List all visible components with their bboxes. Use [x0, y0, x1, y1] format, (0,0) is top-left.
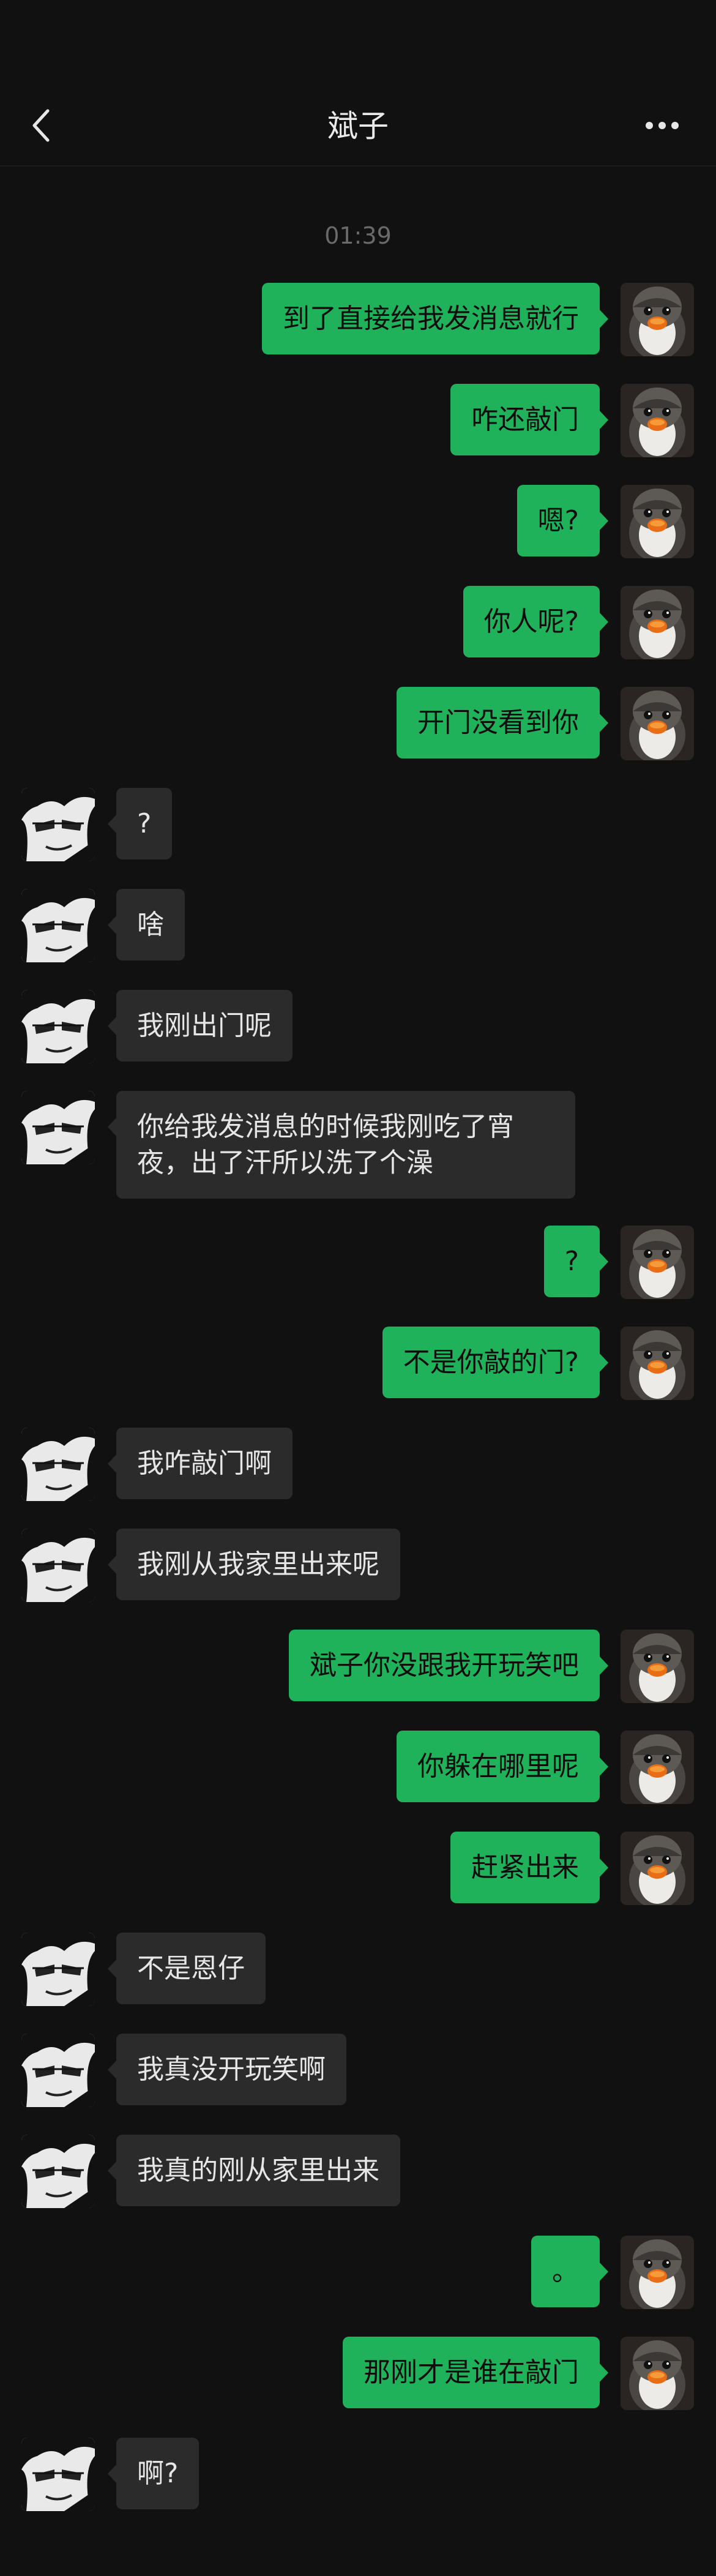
avatar[interactable] — [21, 788, 95, 861]
avatar[interactable] — [621, 283, 694, 356]
message-bubble[interactable]: 我刚出门呢 — [116, 990, 293, 1061]
avatar[interactable] — [621, 1226, 694, 1299]
avatar[interactable] — [621, 1327, 694, 1400]
avatar[interactable] — [21, 889, 95, 962]
bubble-tail — [599, 1352, 608, 1373]
message-bubble[interactable]: 咋还敲门 — [450, 384, 600, 455]
avatar[interactable] — [21, 990, 95, 1063]
message-bubble[interactable]: 那刚才是谁在敲门 — [343, 2337, 600, 2408]
avatar[interactable] — [621, 1731, 694, 1804]
message-bubble[interactable]: 不是你敲的门? — [382, 1327, 600, 1398]
message-bubble[interactable]: 不是恩仔 — [116, 1933, 266, 2004]
penguin-avatar-icon — [621, 2337, 694, 2410]
navigation-bar: 斌子 — [0, 0, 716, 167]
message-bubble[interactable]: 你给我发消息的时候我刚吃了宵夜，出了汗所以洗了个澡 — [116, 1091, 575, 1199]
anime-avatar-icon — [21, 2135, 95, 2208]
message-bubble[interactable]: 赶紧出来 — [450, 1832, 600, 1903]
anime-avatar-icon — [21, 1428, 95, 1501]
penguin-avatar-icon — [621, 687, 694, 760]
bubble-tail — [599, 1251, 608, 1272]
message-bubble[interactable]: 啊? — [116, 2438, 200, 2509]
anime-avatar-icon — [21, 2034, 95, 2107]
avatar[interactable] — [21, 1428, 95, 1501]
penguin-avatar-icon — [621, 485, 694, 558]
avatar[interactable] — [21, 1091, 95, 1164]
more-button[interactable] — [644, 115, 681, 136]
message-bubble[interactable]: 啥 — [116, 889, 185, 960]
penguin-avatar-icon — [621, 1327, 694, 1400]
message-bubble[interactable]: 我真的刚从家里出来 — [116, 2135, 400, 2206]
avatar[interactable] — [621, 1832, 694, 1905]
avatar[interactable] — [21, 2135, 95, 2208]
avatar[interactable] — [621, 485, 694, 558]
message-bubble[interactable]: ? — [543, 1226, 600, 1297]
avatar[interactable] — [621, 384, 694, 457]
penguin-avatar-icon — [621, 1731, 694, 1804]
avatar[interactable] — [621, 687, 694, 760]
bubble-tail — [599, 1655, 608, 1676]
message-bubble[interactable]: 到了直接给我发消息就行 — [262, 283, 600, 354]
anime-avatar-icon — [21, 990, 95, 1063]
anime-avatar-icon — [21, 1529, 95, 1602]
message-bubble[interactable]: 嗯? — [516, 485, 600, 556]
chat-title: 斌子 — [327, 108, 389, 144]
anime-avatar-icon — [21, 1933, 95, 2006]
message-bubble[interactable]: 开门没看到你 — [397, 687, 600, 758]
message-bubble[interactable]: 。 — [531, 2236, 600, 2307]
bubble-tail — [599, 1857, 608, 1878]
message-bubble[interactable]: 我刚从我家里出来呢 — [116, 1529, 400, 1600]
bubble-tail — [599, 309, 608, 329]
anime-avatar-icon — [21, 1091, 95, 1164]
avatar[interactable] — [621, 2337, 694, 2410]
message-bubble[interactable]: 你人呢? — [463, 586, 600, 657]
avatar[interactable] — [21, 2034, 95, 2107]
message-bubble[interactable]: 斌子你没跟我开玩笑吧 — [289, 1630, 600, 1701]
message-bubble[interactable]: 我真没开玩笑啊 — [116, 2034, 346, 2105]
penguin-avatar-icon — [621, 1832, 694, 1905]
anime-avatar-icon — [21, 2438, 95, 2511]
penguin-avatar-icon — [621, 2236, 694, 2309]
bubble-tail — [599, 511, 608, 531]
penguin-avatar-icon — [621, 586, 694, 659]
avatar[interactable] — [21, 1529, 95, 1602]
message-bubble[interactable]: 我咋敲门啊 — [116, 1428, 293, 1499]
penguin-avatar-icon — [621, 1226, 694, 1299]
bubble-tail — [599, 713, 608, 733]
avatar[interactable] — [21, 1933, 95, 2006]
message-bubble[interactable]: ? — [116, 788, 173, 859]
avatar[interactable] — [21, 2438, 95, 2511]
message-bubble[interactable]: 你躲在哪里呢 — [397, 1731, 600, 1802]
message-timestamp: 01:39 — [324, 222, 392, 249]
anime-avatar-icon — [21, 889, 95, 962]
avatar[interactable] — [621, 1630, 694, 1703]
bubble-tail — [599, 612, 608, 632]
avatar[interactable] — [621, 2236, 694, 2309]
anime-avatar-icon — [21, 788, 95, 861]
bubble-tail — [599, 410, 608, 430]
more-dots-icon — [646, 122, 679, 129]
bubble-tail — [599, 2261, 608, 2282]
penguin-avatar-icon — [621, 283, 694, 356]
bubble-tail — [599, 2362, 608, 2383]
penguin-avatar-icon — [621, 1630, 694, 1703]
avatar[interactable] — [621, 586, 694, 659]
bubble-tail — [599, 1756, 608, 1777]
penguin-avatar-icon — [621, 384, 694, 457]
